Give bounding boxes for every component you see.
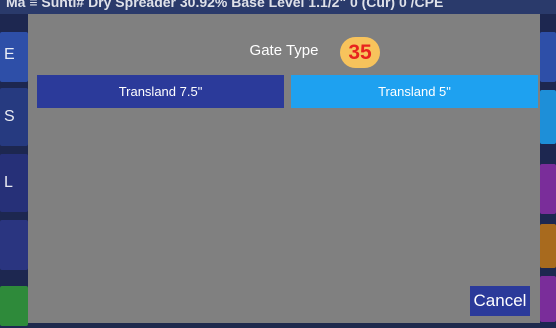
option-transland-5-button[interactable]: Transland 5" <box>291 75 538 108</box>
app-tile-1: E <box>0 32 28 82</box>
step-badge: 35 <box>340 37 380 68</box>
app-tile-3: L <box>0 154 28 212</box>
app-header-text: Ma ≡ Sunti# Dry Spreader 30.92% Base Lev… <box>6 0 444 10</box>
app-tile-4 <box>0 220 28 270</box>
app-header-bar: Ma ≡ Sunti# Dry Spreader 30.92% Base Lev… <box>0 0 556 14</box>
app-right-tile-4 <box>540 224 556 268</box>
app-left-panel: E S L <box>0 14 28 328</box>
option-transland-7-5-button[interactable]: Transland 7.5" <box>37 75 284 108</box>
app-tile-5 <box>0 286 28 326</box>
cancel-button[interactable]: Cancel <box>470 286 530 316</box>
app-right-tile-1 <box>540 32 556 82</box>
dialog-title: Gate Type <box>249 42 319 59</box>
app-right-tile-2 <box>540 90 556 144</box>
app-right-tile-3 <box>540 164 556 214</box>
app-right-panel <box>540 14 556 328</box>
app-tile-2: S <box>0 88 28 146</box>
gate-type-dialog: Gate Type 35 Transland 7.5" Transland 5"… <box>28 14 540 323</box>
app-right-tile-5 <box>540 276 556 322</box>
